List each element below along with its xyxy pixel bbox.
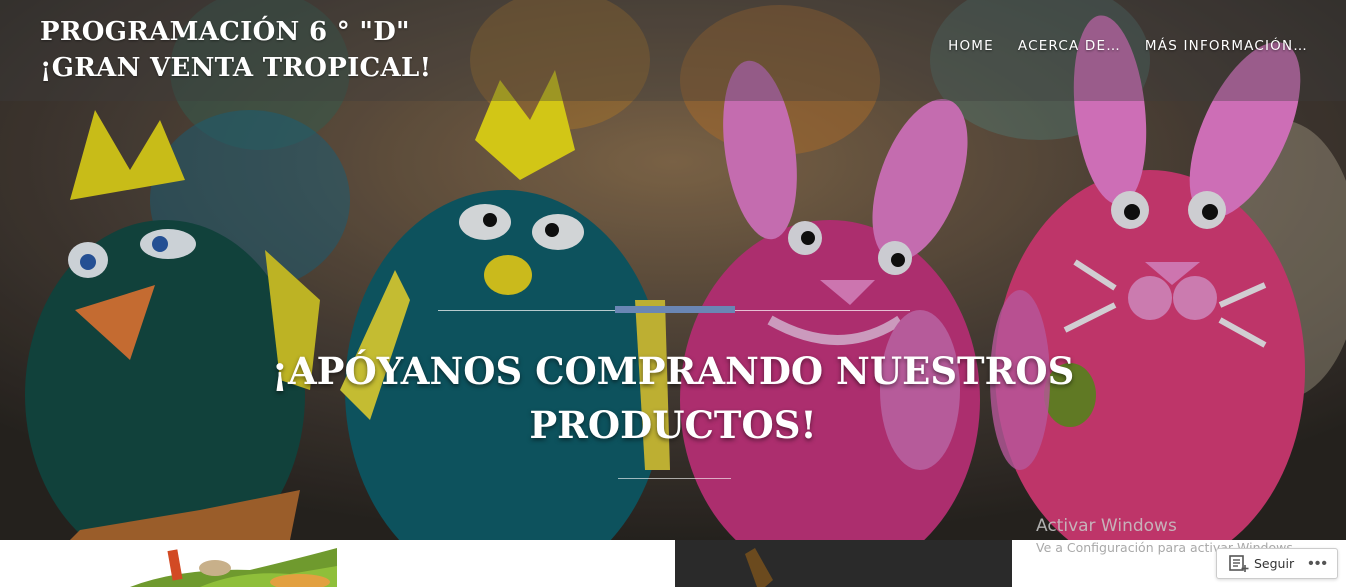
- dark-product-image: [675, 540, 1012, 587]
- reader-follow-icon: [1229, 554, 1249, 573]
- food-image: [0, 540, 337, 587]
- site-title[interactable]: PROGRAMACIÓN 6 ° "D" ¡GRAN VENTA TROPICA…: [40, 14, 431, 86]
- site-title-line2[interactable]: ¡GRAN VENTA TROPICAL!: [40, 50, 431, 86]
- hero-divider-bottom: [618, 478, 731, 479]
- hero-heading: ¡APÓYANOS COMPRANDO NUESTROS PRODUCTOS!: [271, 349, 1075, 447]
- nav-item-mas-informacion[interactable]: MÁS INFORMACIÓN…: [1145, 38, 1308, 54]
- primary-nav: HOME ACERCA DE… MÁS INFORMACIÓN…: [948, 38, 1308, 54]
- post-thumbnail-food[interactable]: [0, 540, 337, 587]
- follow-button-label: Seguir: [1254, 556, 1295, 571]
- post-thumbnail-dark[interactable]: [675, 540, 1012, 587]
- follow-button[interactable]: Seguir •••: [1216, 548, 1338, 579]
- more-options-icon[interactable]: •••: [1308, 555, 1328, 571]
- hero-accent-bar: [615, 306, 735, 313]
- nav-item-home[interactable]: HOME: [948, 38, 994, 54]
- nav-item-acerca-de[interactable]: ACERCA DE…: [1018, 38, 1121, 54]
- site-title-line1[interactable]: PROGRAMACIÓN 6 ° "D": [40, 14, 431, 50]
- watermark-title: Activar Windows: [1036, 516, 1177, 536]
